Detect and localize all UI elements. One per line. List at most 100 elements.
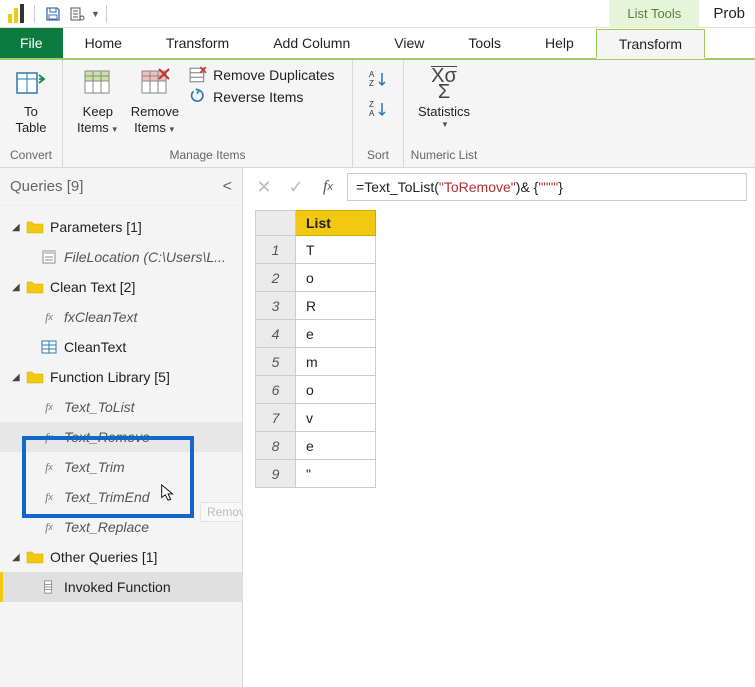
- tab-view[interactable]: View: [372, 28, 446, 58]
- fx-icon[interactable]: fx: [315, 174, 341, 200]
- to-table-button[interactable]: To Table: [8, 64, 54, 137]
- formula-bar: ✕ ✓ fx = Text_ToList ( "ToRemove" ) & { …: [243, 168, 755, 206]
- item-label: Text_Trim: [64, 459, 125, 475]
- cell-value[interactable]: T: [296, 236, 376, 264]
- row-number: 3: [256, 292, 296, 320]
- tab-help[interactable]: Help: [523, 28, 596, 58]
- cell-value[interactable]: o: [296, 376, 376, 404]
- expand-icon: ◢: [12, 552, 24, 563]
- sort-asc-button[interactable]: AZ: [367, 68, 389, 90]
- tooltip: Remove: [200, 502, 242, 522]
- caret-icon: ▼: [441, 120, 449, 130]
- tree-item[interactable]: Invoked Function: [0, 572, 242, 602]
- cancel-formula-button[interactable]: ✕: [251, 174, 277, 200]
- tab-file[interactable]: File: [0, 28, 63, 58]
- separator: [106, 5, 107, 23]
- row-header-blank: [256, 211, 296, 236]
- formula-text: """": [538, 179, 558, 195]
- keep-label-2: Items: [77, 120, 109, 135]
- tree-item[interactable]: fxText_Remove: [0, 422, 242, 452]
- reverse-items-button[interactable]: Reverse Items: [189, 88, 334, 106]
- svg-text:A: A: [369, 70, 375, 79]
- svg-text:Z: Z: [369, 100, 374, 109]
- group-label-manage: Manage Items: [63, 145, 352, 167]
- table-row[interactable]: 8e: [256, 432, 376, 460]
- formula-text: Text_ToList: [364, 179, 434, 195]
- remove-duplicates-button[interactable]: Remove Duplicates: [189, 66, 334, 84]
- tree-group[interactable]: ◢Clean Text [2]: [0, 272, 242, 302]
- cell-value[interactable]: e: [296, 320, 376, 348]
- group-label-numeric: Numeric List: [404, 145, 484, 167]
- remove-label-2: Items: [134, 120, 166, 135]
- table-row[interactable]: 7v: [256, 404, 376, 432]
- tree-item[interactable]: fxText_ToList: [0, 392, 242, 422]
- content-area: ✕ ✓ fx = Text_ToList ( "ToRemove" ) & { …: [243, 168, 755, 687]
- group-label: Function Library [5]: [50, 369, 170, 385]
- qat-dropdown-icon[interactable]: ▼: [91, 9, 100, 19]
- data-grid: List 1T2o3R4e5m6o7v8e9": [243, 206, 755, 488]
- table-row[interactable]: 2o: [256, 264, 376, 292]
- to-table-label-1: To: [24, 104, 38, 120]
- queries-panel: Queries [9] < ◢Parameters [1]FileLocatio…: [0, 168, 243, 687]
- item-label: Text_Remove: [64, 429, 150, 445]
- save-icon[interactable]: [43, 4, 63, 24]
- item-label: Invoked Function: [64, 579, 171, 595]
- sort-desc-button[interactable]: ZA: [367, 98, 389, 120]
- collapse-panel-icon[interactable]: <: [223, 178, 232, 196]
- ribbon-group-manage: Keep Items▼ Remove Items▼ Remove Duplica…: [63, 60, 353, 167]
- to-table-label-2: Table: [15, 120, 46, 136]
- table-row[interactable]: 9": [256, 460, 376, 488]
- window-title-fragment: Prob: [699, 0, 755, 28]
- tree-item[interactable]: CleanText: [0, 332, 242, 362]
- expand-icon: ◢: [12, 372, 24, 383]
- group-label: Other Queries [1]: [50, 549, 157, 565]
- row-number: 2: [256, 264, 296, 292]
- tree-group[interactable]: ◢ Other Queries [1]: [0, 542, 242, 572]
- statistics-button[interactable]: Xσ Σ Statistics ▼: [412, 64, 476, 130]
- cell-value[interactable]: ": [296, 460, 376, 488]
- queries-tree: ◢Parameters [1]FileLocation (C:\Users\L.…: [0, 206, 242, 687]
- cell-value[interactable]: R: [296, 292, 376, 320]
- tree-item[interactable]: fxText_Trim: [0, 452, 242, 482]
- formula-text: =: [356, 179, 364, 195]
- formula-input[interactable]: = Text_ToList ( "ToRemove" ) & { """" }: [347, 173, 747, 201]
- caret-icon: ▼: [111, 125, 119, 135]
- table-row[interactable]: 4e: [256, 320, 376, 348]
- statistics-icon: Xσ Σ: [427, 66, 461, 100]
- properties-icon[interactable]: [67, 4, 87, 24]
- group-label-convert: Convert: [0, 145, 62, 167]
- remove-label-1: Remove: [131, 104, 179, 120]
- remove-duplicates-icon: [189, 66, 207, 84]
- item-label: Text_TrimEnd: [64, 489, 150, 505]
- table-row[interactable]: 6o: [256, 376, 376, 404]
- cell-value[interactable]: o: [296, 264, 376, 292]
- table-row[interactable]: 3R: [256, 292, 376, 320]
- ribbon-tabs: File Home Transform Add Column View Tool…: [0, 28, 755, 58]
- cell-value[interactable]: v: [296, 404, 376, 432]
- remove-items-button[interactable]: Remove Items▼: [125, 64, 185, 137]
- expand-icon: ◢: [12, 282, 24, 293]
- keep-label-1: Keep: [83, 104, 113, 120]
- tree-item[interactable]: fxfxCleanText: [0, 302, 242, 332]
- item-label: Text_Replace: [64, 519, 149, 535]
- commit-formula-button[interactable]: ✓: [283, 174, 309, 200]
- table-row[interactable]: 1T: [256, 236, 376, 264]
- tab-tools[interactable]: Tools: [446, 28, 523, 58]
- tree-group[interactable]: ◢ Function Library [5]: [0, 362, 242, 392]
- tab-add-column[interactable]: Add Column: [251, 28, 372, 58]
- tree-item[interactable]: FileLocation (C:\Users\L...: [0, 242, 242, 272]
- to-table-icon: [14, 66, 48, 100]
- remove-items-icon: [138, 66, 172, 100]
- reverse-items-label: Reverse Items: [213, 89, 303, 105]
- cell-value[interactable]: m: [296, 348, 376, 376]
- tab-transform[interactable]: Transform: [144, 28, 251, 58]
- item-label: Text_ToList: [64, 399, 135, 415]
- keep-items-button[interactable]: Keep Items▼: [71, 64, 125, 137]
- tab-home[interactable]: Home: [63, 28, 144, 58]
- column-header[interactable]: List: [296, 211, 376, 236]
- tab-list-transform[interactable]: Transform: [596, 29, 705, 59]
- tree-group[interactable]: ◢Parameters [1]: [0, 212, 242, 242]
- table-row[interactable]: 5m: [256, 348, 376, 376]
- cell-value[interactable]: e: [296, 432, 376, 460]
- group-label: Parameters [1]: [50, 219, 142, 235]
